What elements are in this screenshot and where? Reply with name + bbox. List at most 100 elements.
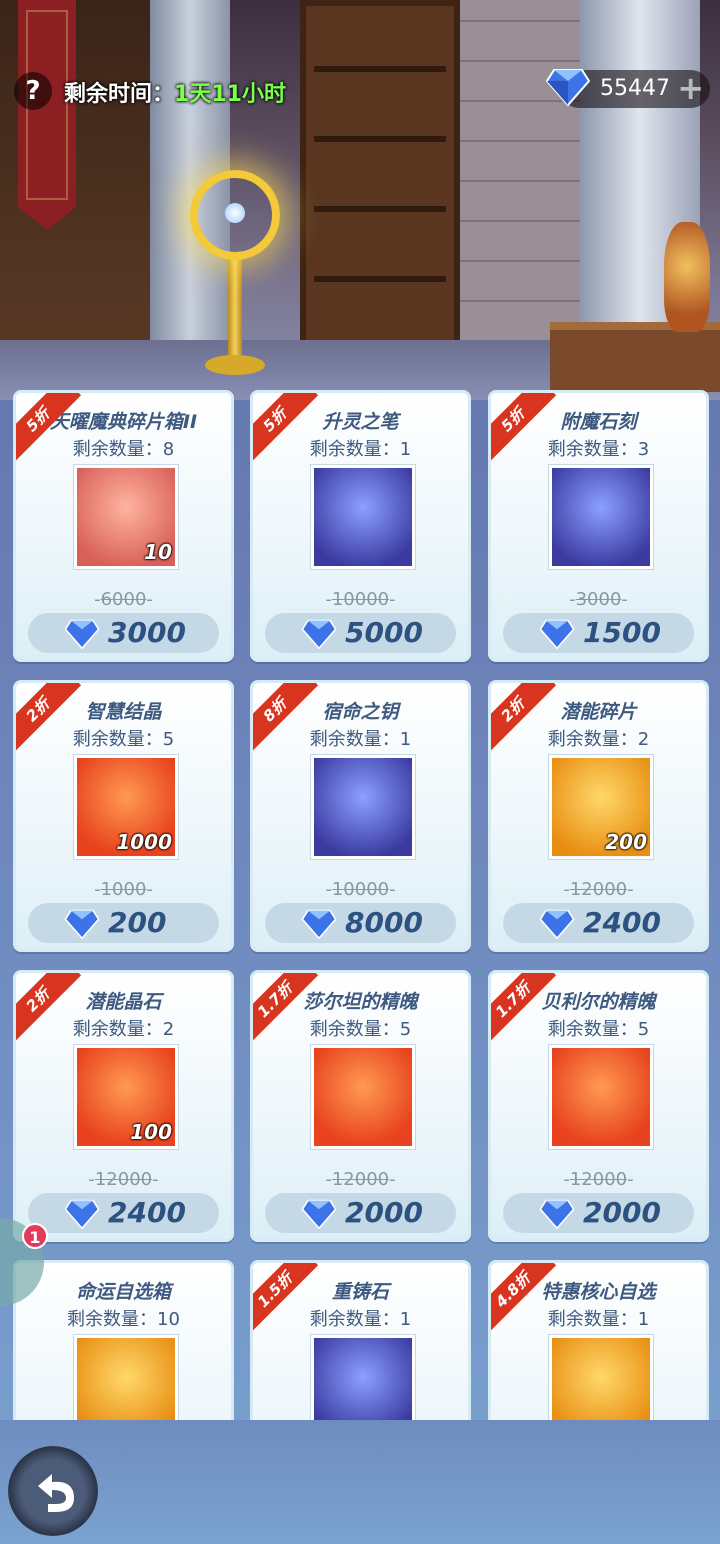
original-price-value: 12000	[569, 879, 628, 900]
original-price-value: 12000	[331, 1169, 390, 1190]
shop-grid: 天曜魔典碎片箱II 剩余数量：8 10 -6000- 3000 5折 升灵之笔 剩余数量：1-…	[0, 390, 720, 1420]
item-remaining: 剩余数量：5	[72, 729, 175, 750]
item-price: 2000	[583, 1196, 661, 1229]
shop-item-card[interactable]: 命运自选箱剩余数量：10	[13, 1260, 234, 1420]
item-quantity: 10	[144, 540, 172, 564]
buy-button[interactable]: 2000	[503, 1193, 694, 1233]
shop-item-card[interactable]: 智慧结晶 剩余数量：5 1000 -1000- 200 2折	[13, 680, 234, 952]
item-price: 3000	[108, 616, 186, 649]
item-remaining: 剩余数量：1	[547, 1309, 650, 1330]
chest-icon	[74, 1335, 178, 1420]
diamond-icon	[539, 909, 575, 939]
add-currency-button[interactable]: +	[677, 72, 704, 104]
remaining-time: 剩余时间：1天11小时	[64, 76, 286, 108]
diamond-icon	[64, 1199, 100, 1229]
item-remaining: 剩余数量：10	[67, 1309, 180, 1330]
original-price-value: 1000	[100, 879, 147, 900]
shop-item-card[interactable]: 潜能晶石 剩余数量：2 100 -12000- 2400 2折	[13, 970, 234, 1242]
original-price: -6000-	[94, 589, 153, 610]
diamond-icon	[301, 619, 337, 649]
original-price-value: 12000	[94, 1169, 153, 1190]
item-quantity: 100	[130, 1120, 172, 1144]
original-price: -1000-	[94, 879, 153, 900]
shop-item-card[interactable]: 附魔石刻 剩余数量：3 -3000- 1500 5折	[488, 390, 709, 662]
crystal-box-icon: 10	[74, 465, 178, 569]
core-card-icon	[549, 1335, 653, 1420]
buy-button[interactable]: 2000	[265, 1193, 456, 1233]
shop-item-card[interactable]: 潜能碎片 剩余数量：2 200 -12000- 2400 2折	[488, 680, 709, 952]
item-remaining: 剩余数量：1	[309, 1309, 412, 1330]
original-price: -10000-	[325, 879, 396, 900]
item-name: 命运自选箱	[75, 1281, 171, 1303]
original-price-value: 12000	[569, 1169, 628, 1190]
help-button[interactable]: ?	[14, 72, 52, 110]
wisdom-crystal-icon: 1000	[74, 755, 178, 859]
original-price-value: 6000	[100, 589, 147, 610]
notification-badge: 1	[22, 1223, 48, 1249]
item-price: 2000	[345, 1196, 423, 1229]
scene-background	[0, 0, 720, 400]
item-remaining: 剩余数量：3	[547, 439, 650, 460]
original-price-value: 10000	[331, 879, 390, 900]
key-icon	[311, 755, 415, 859]
original-price-value: 3000	[575, 589, 622, 610]
buy-button[interactable]: 2400	[28, 1193, 219, 1233]
banner	[18, 0, 76, 230]
vase	[664, 222, 710, 332]
item-price: 8000	[345, 906, 423, 939]
buy-button[interactable]: 5000	[265, 613, 456, 653]
shop-item-card[interactable]: 宿命之钥 剩余数量：1 -10000- 8000 8折	[250, 680, 471, 952]
reforge-stone-icon	[311, 1335, 415, 1420]
timer-value: 1天11小时	[174, 82, 286, 107]
item-remaining: 剩余数量：5	[547, 1019, 650, 1040]
back-arrow-icon	[38, 1474, 74, 1512]
item-remaining: 剩余数量：2	[72, 1019, 175, 1040]
crystal-shard-icon: 200	[549, 755, 653, 859]
red-orb-icon	[549, 1045, 653, 1149]
shop-item-card[interactable]: 莎尔坦的精魄 剩余数量：5 -12000- 2000 1.7折	[250, 970, 471, 1242]
item-price: 2400	[583, 906, 661, 939]
currency-amount: 55447	[600, 76, 670, 101]
buy-button[interactable]: 2400	[503, 903, 694, 943]
original-price: -12000-	[563, 1169, 634, 1190]
shop-item-card[interactable]: 贝利尔的精魄 剩余数量：5 -12000- 2000 1.7折	[488, 970, 709, 1242]
shop-item-card[interactable]: 升灵之笔 剩余数量：1 -10000- 5000 5折	[250, 390, 471, 662]
rune-stone-icon	[549, 465, 653, 569]
original-price: -12000-	[563, 879, 634, 900]
buy-button[interactable]: 8000	[265, 903, 456, 943]
item-price: 2400	[108, 1196, 186, 1229]
item-quantity: 1000	[116, 830, 172, 854]
item-remaining: 剩余数量：8	[72, 439, 175, 460]
item-remaining: 剩余数量：5	[309, 1019, 412, 1040]
shop-item-card[interactable]: 天曜魔典碎片箱II 剩余数量：8 10 -6000- 3000 5折	[13, 390, 234, 662]
back-button[interactable]	[8, 1446, 98, 1536]
diamond-icon	[64, 619, 100, 649]
purple-orb-icon	[311, 1045, 415, 1149]
diamond-icon	[539, 1199, 575, 1229]
item-remaining: 剩余数量：1	[309, 439, 412, 460]
star-crystal-icon: 100	[74, 1045, 178, 1149]
shop-item-card[interactable]: 重铸石 剩余数量：1 1.5折	[250, 1260, 471, 1420]
diamond-icon	[64, 909, 100, 939]
item-price: 5000	[345, 616, 423, 649]
item-price: 1500	[583, 616, 661, 649]
original-price: -10000-	[325, 589, 396, 610]
shop-item-card[interactable]: 特惠核心自选 剩余数量：1 4.8折	[488, 1260, 709, 1420]
original-price: -3000-	[569, 589, 628, 610]
buy-button[interactable]: 200	[28, 903, 219, 943]
feather-pen-icon	[311, 465, 415, 569]
bookshelf	[300, 0, 460, 360]
item-price: 200	[108, 906, 167, 939]
diamond-icon	[539, 619, 575, 649]
timer-label: 剩余时间：	[64, 82, 175, 107]
diamond-icon	[301, 1199, 337, 1229]
original-price: -12000-	[88, 1169, 159, 1190]
buy-button[interactable]: 3000	[28, 613, 219, 653]
buy-button[interactable]: 1500	[503, 613, 694, 653]
original-price-value: 10000	[331, 589, 390, 610]
bottom-bar	[0, 1420, 720, 1544]
original-price: -12000-	[325, 1169, 396, 1190]
item-remaining: 剩余数量：2	[547, 729, 650, 750]
diamond-icon	[301, 909, 337, 939]
diamond-icon	[546, 69, 590, 106]
